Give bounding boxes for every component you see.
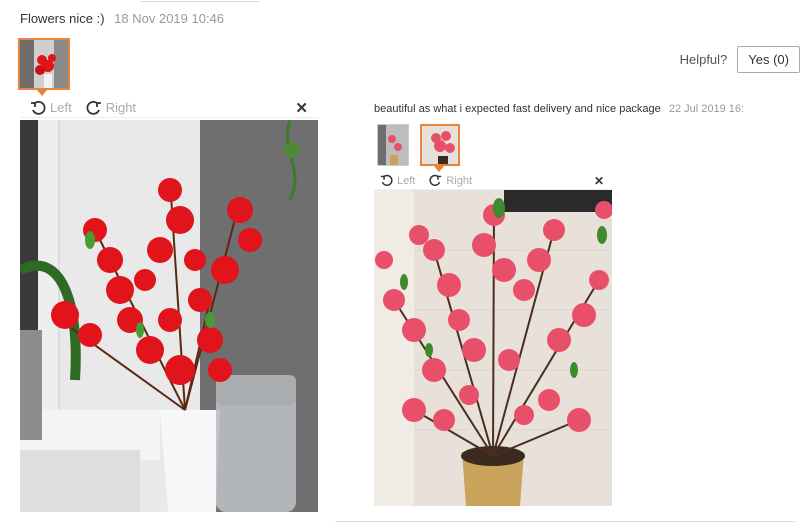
review-2-header: beautiful as what i expected fast delive…	[374, 103, 744, 115]
close-viewer-button-2[interactable]: ✕	[594, 174, 604, 188]
red-blossom-photo	[20, 120, 318, 512]
review-1-thumbnail[interactable]	[18, 38, 70, 90]
rotate-right-button-2[interactable]: Right	[429, 174, 472, 187]
rotate-right-icon	[429, 174, 442, 186]
review-1-photo	[20, 120, 318, 512]
rotate-right-label-2: Right	[446, 174, 473, 187]
review-2-thumbnail-2[interactable]	[420, 124, 460, 166]
review-divider	[335, 521, 795, 522]
rotate-left-button-2[interactable]: Left	[380, 174, 415, 187]
review-2-viewer-toolbar: Left Right ✕	[374, 172, 612, 190]
rotate-left-button[interactable]: Left	[30, 100, 72, 116]
rotate-right-icon	[86, 100, 101, 115]
helpful-label: Helpful?	[679, 52, 728, 67]
close-viewer-button[interactable]: ✕	[295, 99, 308, 117]
pink-blossom-photo	[374, 190, 612, 506]
rotate-left-icon	[31, 100, 46, 115]
pink-flower-thumbnail-image-1	[378, 125, 408, 165]
previous-review-divider	[140, 0, 260, 2]
rotate-right-button[interactable]: Right	[86, 100, 136, 116]
red-flower-thumbnail-image	[20, 40, 68, 88]
pink-flower-thumbnail-image-2	[422, 126, 458, 164]
review-1-thumbnail-caret	[37, 90, 47, 96]
rotate-right-label: Right	[105, 100, 137, 115]
review-1-viewer-toolbar: Left Right ✕	[20, 98, 318, 118]
review-1-text: Flowers nice :)	[20, 11, 105, 26]
rotate-left-icon	[380, 174, 393, 186]
rotate-left-label: Left	[50, 100, 72, 115]
review-2-text: beautiful as what i expected fast delive…	[374, 103, 661, 115]
review-1-date: 18 Nov 2019 10:46	[114, 11, 225, 26]
rotate-left-label-2: Left	[397, 174, 416, 187]
helpful-yes-button[interactable]: Yes (0)	[737, 46, 800, 73]
review-2-thumbnail-1[interactable]	[377, 124, 409, 166]
review-1-header: Flowers nice :) 18 Nov 2019 10:46	[20, 11, 224, 26]
review-2-date: 22 Jul 2019 16:	[668, 103, 745, 115]
review-2-photo	[374, 190, 612, 506]
helpful-section: Helpful? Yes (0)	[680, 46, 800, 73]
